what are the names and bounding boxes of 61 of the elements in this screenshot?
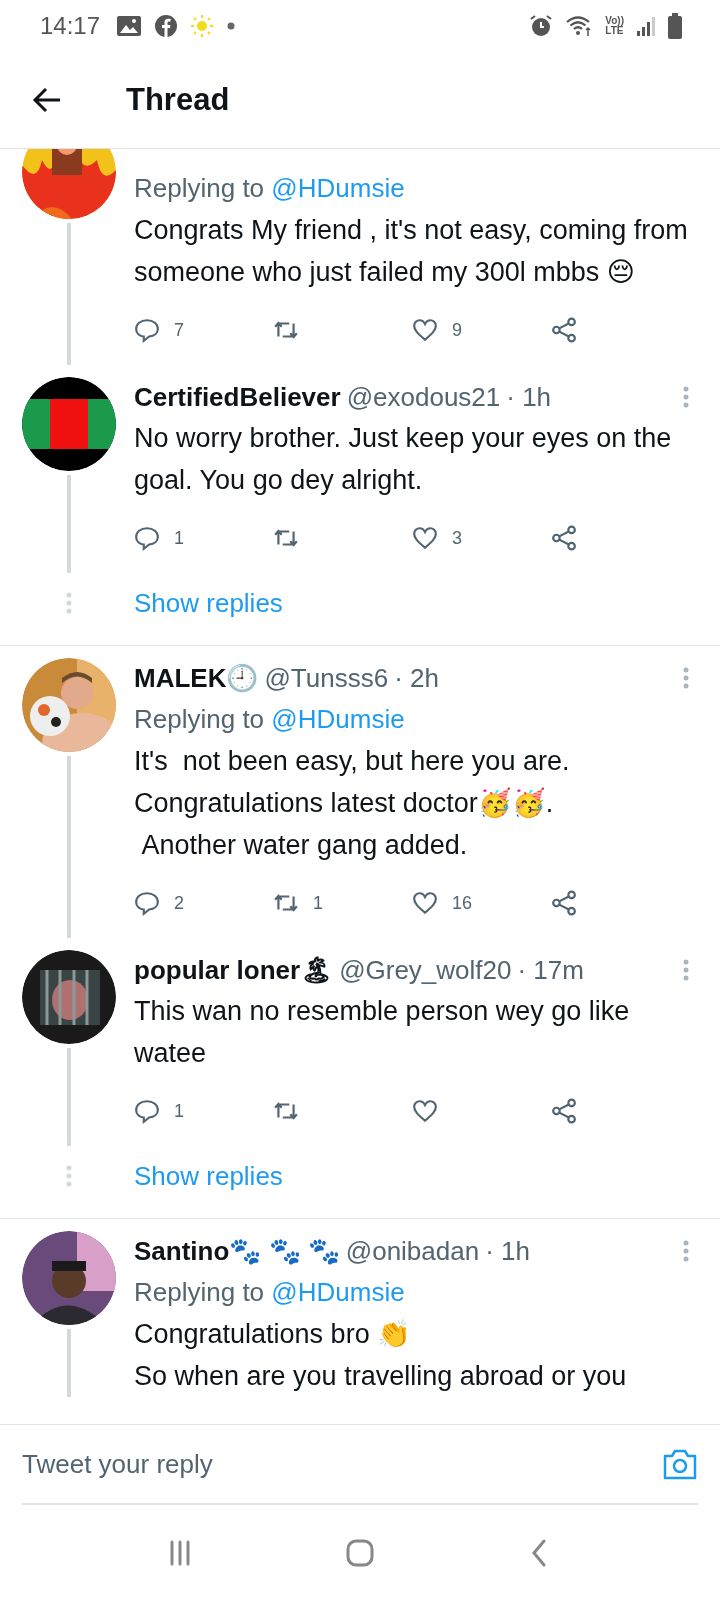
share-icon[interactable] (551, 890, 577, 916)
tweet-text: Congrats My friend , it's not easy, coming from someone who just failed my 300l mbbs 😔 (134, 214, 689, 289)
facebook-icon (154, 14, 179, 38)
tweet-time: · 2h (394, 662, 439, 695)
tweet-time: · 1h (485, 1235, 530, 1268)
network-label: LTE (605, 26, 624, 36)
user-handle: @onibadan (345, 1235, 480, 1268)
page-title: Thread (126, 82, 230, 118)
dot-icon (226, 21, 237, 31)
sun-icon (190, 14, 215, 38)
user-handle: @Tunsss6 (264, 662, 389, 695)
show-replies-link[interactable]: Show replies (134, 587, 283, 619)
reply-icon[interactable] (134, 890, 160, 916)
dots-icon (66, 592, 72, 614)
share-icon[interactable] (551, 1098, 577, 1124)
battery-icon (668, 13, 682, 39)
replying-label: Replying to (134, 1277, 265, 1307)
tweet-text: This wan no resemble person wey go like watee (134, 995, 631, 1070)
heart-icon[interactable] (412, 317, 438, 343)
tweet-text: Congratulations bro 👏 So when are you travelling abroad or you (134, 1318, 628, 1393)
share-icon[interactable] (551, 317, 577, 343)
tweet-text: It's not been easy, but here you are. Congratulations latest doctor🥳🥳. Another water gang added. (134, 745, 571, 862)
mention-link[interactable]: @HDumsie (271, 173, 405, 203)
reply-count: 1 (174, 1100, 184, 1122)
reply-input[interactable]: Tweet your reply (22, 1448, 662, 1480)
camera-icon[interactable] (662, 1447, 698, 1481)
network-label: Vo)) (605, 16, 624, 26)
tweet-time: · 1h (506, 381, 552, 414)
user-handle: @exodous21 (346, 381, 501, 414)
reply-count: 2 (174, 892, 184, 914)
image-icon (116, 14, 143, 38)
heart-icon[interactable] (412, 525, 438, 551)
mention-link[interactable]: @HDumsie (271, 1277, 405, 1307)
show-replies-link[interactable]: Show replies (134, 1160, 283, 1192)
like-count: 3 (452, 527, 462, 549)
home-icon[interactable] (345, 1537, 375, 1568)
heart-icon[interactable] (412, 1098, 438, 1124)
status-time: 14:17 (40, 12, 101, 40)
like-count: 9 (452, 319, 462, 341)
reply-icon[interactable] (134, 1098, 160, 1124)
user-name[interactable]: Santino🐾 🐾 🐾 (134, 1231, 340, 1271)
tweet-time: · 17m (517, 954, 584, 987)
alarm-icon (529, 14, 554, 38)
dots-icon (66, 1165, 72, 1187)
mention-link[interactable]: @HDumsie (271, 704, 405, 734)
share-icon[interactable] (551, 525, 577, 551)
user-name[interactable]: CertifiedBeliever (134, 377, 341, 417)
user-name[interactable]: MALEK🕘 (134, 658, 259, 698)
replying-label: Replying to (134, 173, 265, 203)
reply-count: 7 (174, 319, 184, 341)
tweet-text: No worry brother. Just keep your eyes on the goal. You go dey alright. (134, 422, 673, 497)
user-handle: @Grey_wolf20 (339, 954, 512, 987)
heart-icon[interactable] (412, 890, 438, 916)
reply-icon[interactable] (134, 317, 160, 343)
signal-icon (636, 14, 656, 38)
reply-icon[interactable] (134, 525, 160, 551)
reply-count: 1 (174, 527, 184, 549)
replying-label: Replying to (134, 704, 265, 734)
retweet-count: 1 (313, 892, 323, 914)
user-name[interactable]: popular loner🏝 (134, 950, 334, 990)
like-count: 16 (452, 892, 473, 914)
